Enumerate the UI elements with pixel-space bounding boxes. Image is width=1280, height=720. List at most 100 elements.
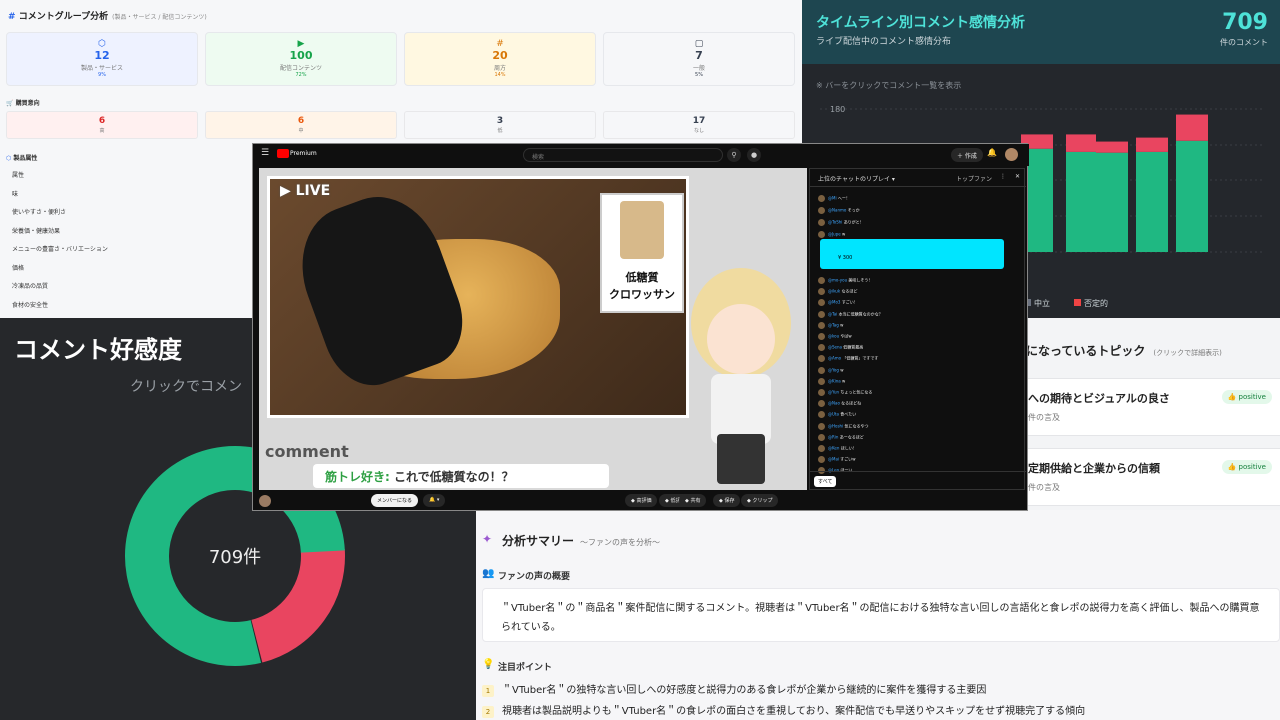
- hash-icon: #: [8, 12, 16, 22]
- close-icon[interactable]: ✕: [1015, 173, 1020, 180]
- avatar[interactable]: [1005, 148, 1018, 161]
- search-icon[interactable]: ⚲: [727, 148, 741, 162]
- group-value: 12: [94, 49, 110, 62]
- chat-author: @Tai: [828, 311, 838, 317]
- group-panel-title: # コメントグループ分析 (製品・サービス / 配信コンテンツ): [8, 9, 207, 22]
- chat-avatar: [818, 377, 825, 385]
- purchase-card[interactable]: 17 なし: [603, 111, 795, 139]
- action-button-share[interactable]: ◆ 共有: [679, 494, 707, 507]
- chat-message[interactable]: @Hoshi 気になるやつ: [818, 422, 869, 430]
- chat-message[interactable]: @Rin あーなるほど: [818, 433, 864, 441]
- attribute-row[interactable]: 味: [12, 189, 18, 198]
- create-button[interactable]: ＋ 作成: [951, 148, 983, 162]
- chat-message[interactable]: @ikuk なるほど: [818, 288, 857, 296]
- chat-message[interactable]: @kou やばw: [818, 333, 852, 340]
- bell-icon[interactable]: 🔔: [987, 148, 997, 157]
- attribute-row[interactable]: 価格: [12, 263, 24, 272]
- group-cards: ⬡ 12 製品・サービス 9% ▶ 100 配信コンテンツ 72% #20 周方 14% ▢ 7 一般 5%: [6, 32, 795, 86]
- group-card[interactable]: #20 周方 14%: [404, 32, 596, 86]
- chat-filter-chip[interactable]: すべて: [814, 476, 837, 487]
- group-label: 製品・サービス: [80, 65, 123, 72]
- attribute-row[interactable]: メニューの豊富さ・バリエーション: [12, 244, 108, 253]
- chat-message[interactable]: @Yun ちょっと気になる: [818, 389, 872, 396]
- superchat-card[interactable]: ¥ 300: [820, 239, 1004, 269]
- chat-message[interactable]: @Nanmo そっか: [818, 207, 860, 214]
- search-input[interactable]: 検索: [523, 148, 723, 162]
- attribute-row[interactable]: 食材の安全性: [12, 300, 48, 309]
- subscribe-bell-button[interactable]: 🔔 ▾: [423, 494, 446, 507]
- more-icon[interactable]: ⋮: [1000, 173, 1006, 180]
- attribute-row[interactable]: 栄養価・健康効果: [12, 226, 60, 235]
- chat-message[interactable]: @Yog w: [818, 366, 843, 374]
- chat-message[interactable]: @Nao なるほどね: [818, 400, 861, 408]
- mic-icon[interactable]: ●: [747, 148, 761, 162]
- chat-message[interactable]: @Tai 本当に低糖質なのかな？: [818, 310, 883, 318]
- video-stage[interactable]: ▶ LIVE 低糖質 クロワッサン comment 筋トレ好き: これで低糖質なの…: [259, 168, 807, 490]
- group-card[interactable]: ▶ 100 配信コンテンツ 72%: [205, 32, 397, 86]
- voice-text: ＂VTuber名＂の＂商品名＂案件配信に関するコメント。視聴者は＂VTuber名…: [501, 603, 1260, 614]
- purchase-title: 🛒 購買意向: [6, 98, 40, 107]
- thumbs-up-icon: 👍: [1227, 393, 1237, 401]
- action-button-save[interactable]: ◆ 保存: [713, 494, 741, 507]
- chat-avatar: [818, 219, 825, 226]
- chat-message[interactable]: @Mi へー！: [818, 195, 850, 202]
- donut-subtitle: クリックでコメン: [130, 379, 242, 395]
- channel-avatar[interactable]: [259, 495, 271, 507]
- menu-icon[interactable]: ☰: [261, 148, 269, 158]
- attribute-row[interactable]: 冷凍品の品質: [12, 281, 48, 290]
- chat-message[interactable]: @Uta 食べたい: [818, 411, 856, 419]
- chat-message[interactable]: @Amo 「低糖質」ですです: [818, 355, 878, 363]
- sentiment-badge-text: positive: [1238, 393, 1266, 401]
- topics-title-text: になっているトピック: [1026, 344, 1146, 358]
- bar-neutral[interactable]: [1066, 151, 1096, 252]
- purchase-value: 6: [297, 116, 305, 126]
- chat-avatar: [818, 433, 825, 441]
- attribute-row[interactable]: 属性: [12, 170, 24, 179]
- youtube-logo-icon[interactable]: [277, 149, 289, 158]
- bar-neutral[interactable]: [1176, 140, 1208, 252]
- bar-neutral[interactable]: [1136, 151, 1168, 252]
- purchase-label: 中: [298, 128, 304, 134]
- group-card[interactable]: ▢ 7 一般 5%: [603, 32, 795, 86]
- topic-card[interactable]: への期待とビジュアルの良さ 件の言及 👍 positive: [1026, 378, 1280, 436]
- bar-negative[interactable]: [1136, 137, 1168, 152]
- bar-negative[interactable]: [1066, 134, 1096, 152]
- points-title: 注目ポイント: [498, 663, 553, 673]
- donut-title: コメント好感度: [14, 336, 182, 364]
- summary-title: 分析サマリー 〜ファンの声を分析〜: [502, 532, 660, 549]
- chat-text: 気になるやつ: [844, 423, 869, 429]
- chat-text: すごいw: [840, 456, 856, 462]
- point-number: 1: [482, 685, 494, 697]
- chat-message[interactable]: @ToShi ありがと！: [818, 219, 864, 226]
- chat-message[interactable]: @Mo3 すごい！: [818, 299, 858, 307]
- donut-slice[interactable]: [250, 549, 345, 663]
- bar-negative[interactable]: [1176, 114, 1208, 141]
- chat-message[interactable]: @Tag w: [818, 321, 843, 329]
- topic-card[interactable]: 定期供給と企業からの信頼 件の言及 👍 positive: [1026, 448, 1280, 506]
- group-card[interactable]: ⬡ 12 製品・サービス 9%: [6, 32, 198, 86]
- chat-message[interactable]: @mo-you 美味しそう！: [818, 277, 872, 284]
- point-number: 2: [482, 706, 494, 718]
- users-icon: 👥: [482, 568, 495, 579]
- bar-negative[interactable]: [1096, 141, 1128, 153]
- chat-author: @Nao: [828, 400, 840, 406]
- chat-message[interactable]: @Mai すごいw: [818, 456, 856, 464]
- chat-title[interactable]: 上位のチャットのリプレイ: [818, 176, 890, 183]
- chat-message[interactable]: @Kina w: [818, 377, 845, 385]
- chat-message[interactable]: @Ken ほしい！: [818, 445, 857, 452]
- chat-message[interactable]: @Sena 低糖質最高: [818, 344, 864, 352]
- timeline-hint: ※ バーをクリックでコメント一覧を表示: [816, 81, 962, 90]
- purchase-card[interactable]: 6高: [6, 111, 198, 139]
- product-package-image: [620, 201, 664, 259]
- topic-title: への期待とビジュアルの良さ: [1028, 392, 1170, 405]
- purchase-card[interactable]: 3低: [404, 111, 596, 139]
- chat-message[interactable]: @Jupe w: [818, 231, 845, 238]
- bar-neutral[interactable]: [1096, 152, 1128, 252]
- action-button-thumbs-up[interactable]: ◆ 高評価: [625, 494, 658, 507]
- point-text: ＂VTuber名＂の独特な言い回しへの好感度と説得力のある食レポが企業から継続的…: [502, 685, 987, 696]
- purchase-card[interactable]: 6中: [205, 111, 397, 139]
- chat-text: 低糖質最高: [843, 344, 864, 350]
- attribute-row[interactable]: 使いやすさ・便利さ: [12, 207, 66, 216]
- member-button[interactable]: メンバーになる: [371, 494, 419, 507]
- action-button-clip[interactable]: ◆ クリップ: [741, 494, 779, 507]
